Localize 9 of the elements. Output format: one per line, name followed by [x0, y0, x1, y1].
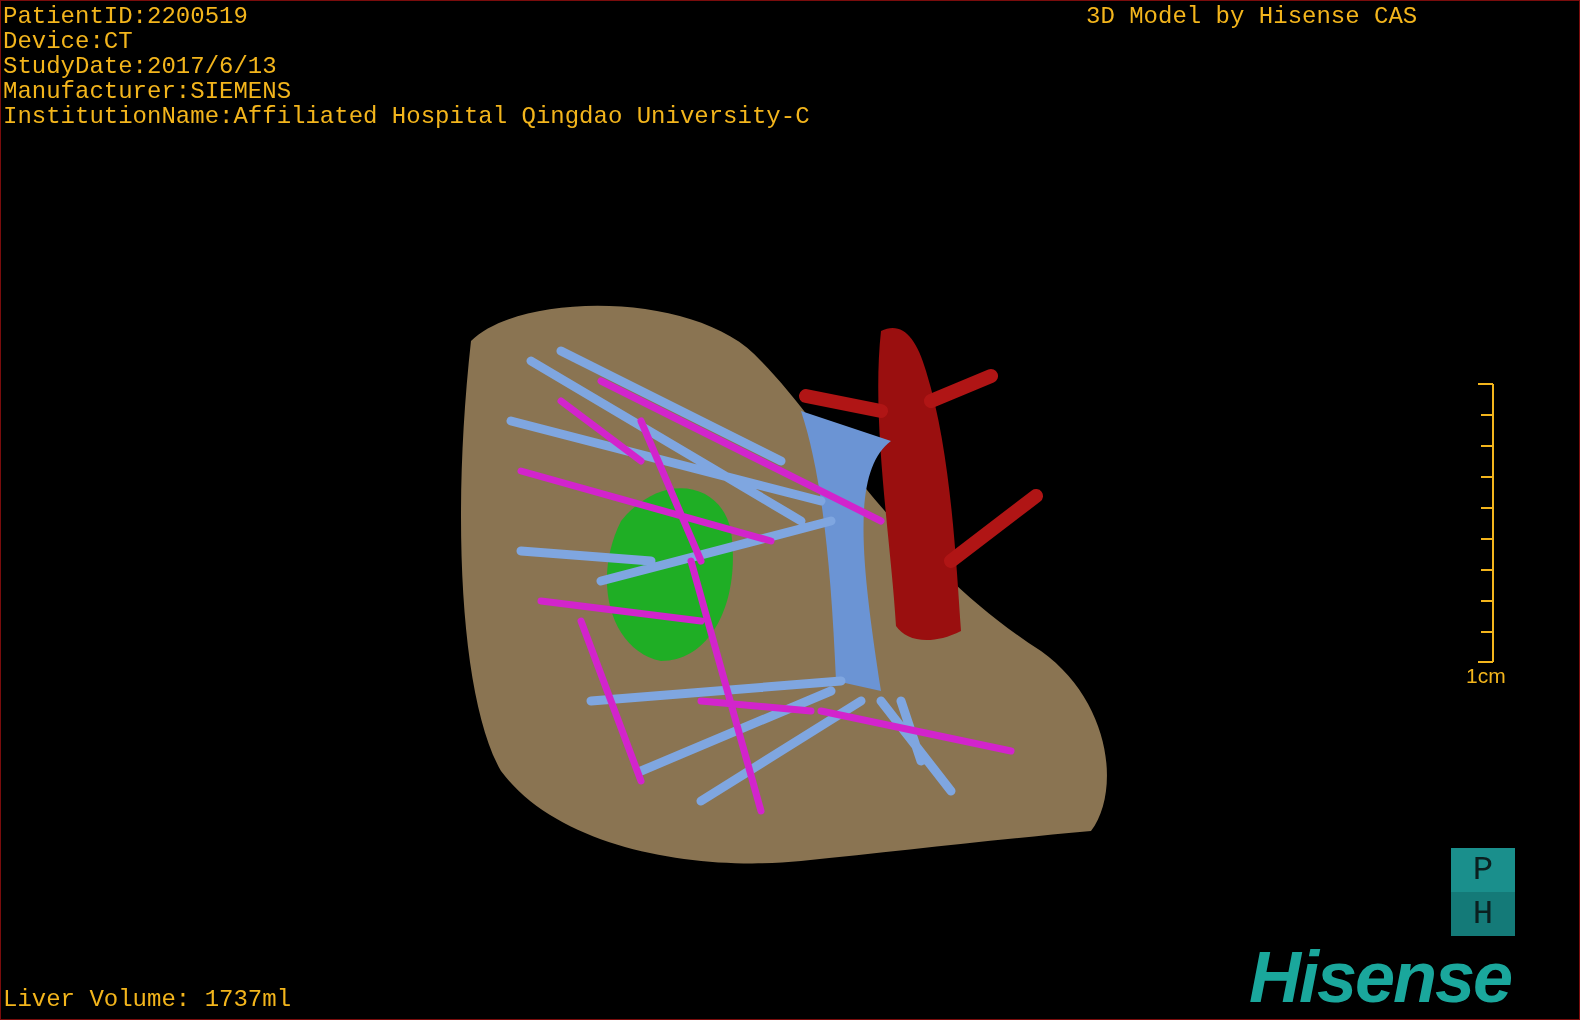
liver-volume: Liver Volume: 1737ml [3, 987, 292, 1012]
caption: 3D Model by Hisense CAS [1086, 4, 1418, 29]
info-line: StudyDate:2017/6/13 [3, 54, 278, 79]
info-line: Device:CT [3, 29, 134, 54]
info-line: PatientID:2200519 [3, 4, 249, 29]
logo: Hisense [1249, 945, 1512, 1009]
scale-label: 1cm [1466, 665, 1506, 687]
info-line: InstitutionName:Affiliated Hospital Qingdao University-C [3, 104, 810, 129]
info-line: Manufacturer:SIEMENS [3, 79, 293, 104]
